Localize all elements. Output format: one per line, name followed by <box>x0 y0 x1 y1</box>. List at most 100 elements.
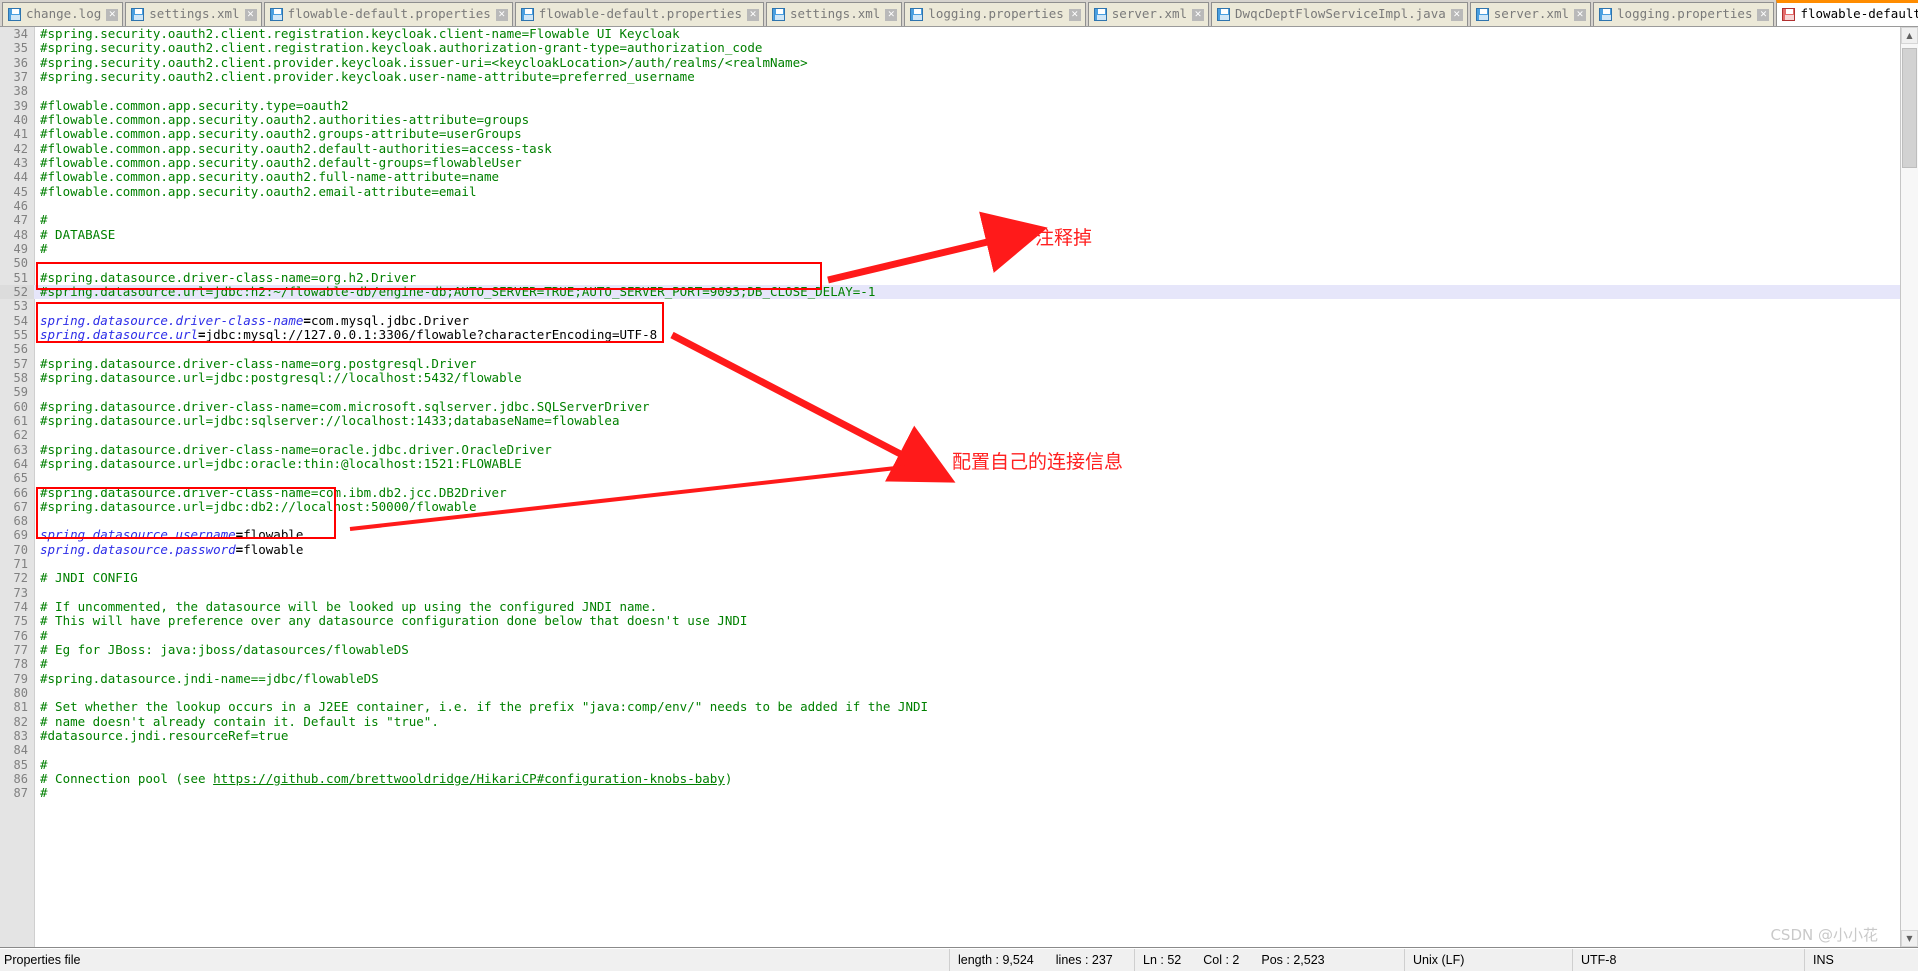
line-text[interactable] <box>34 84 1900 98</box>
code-line[interactable]: 59 <box>0 385 1900 399</box>
line-text[interactable] <box>34 743 1900 757</box>
close-icon[interactable]: ✕ <box>1069 9 1081 21</box>
code-line[interactable]: 50 <box>0 256 1900 270</box>
code-line[interactable]: 75# This will have preference over any d… <box>0 614 1900 628</box>
line-text[interactable] <box>34 686 1900 700</box>
code-line[interactable]: 49# <box>0 242 1900 256</box>
line-text[interactable] <box>34 199 1900 213</box>
close-icon[interactable]: ✕ <box>106 9 118 21</box>
code-line[interactable]: 82# name doesn't already contain it. Def… <box>0 715 1900 729</box>
line-text[interactable]: #spring.security.oauth2.client.provider.… <box>34 70 1900 84</box>
line-text[interactable]: # JNDI CONFIG <box>34 571 1900 585</box>
code-line[interactable]: 37#spring.security.oauth2.client.provide… <box>0 70 1900 84</box>
line-text[interactable]: #flowable.common.app.security.oauth2.ema… <box>34 185 1900 199</box>
line-text[interactable]: #flowable.common.app.security.type=oauth… <box>34 99 1900 113</box>
code-line[interactable]: 79#spring.datasource.jndi-name==jdbc/flo… <box>0 672 1900 686</box>
line-text[interactable]: #flowable.common.app.security.oauth2.def… <box>34 156 1900 170</box>
line-text[interactable]: #datasource.jndi.resourceRef=true <box>34 729 1900 743</box>
close-icon[interactable]: ✕ <box>747 9 759 21</box>
close-icon[interactable]: ✕ <box>245 9 257 21</box>
editor-tab-0[interactable]: change.log✕ <box>2 2 123 26</box>
line-text[interactable]: # name doesn't already contain it. Defau… <box>34 715 1900 729</box>
code-line[interactable]: 67#spring.datasource.url=jdbc:db2://loca… <box>0 500 1900 514</box>
line-text[interactable] <box>34 471 1900 485</box>
code-line[interactable]: 63#spring.datasource.driver-class-name=o… <box>0 443 1900 457</box>
line-text[interactable]: #spring.security.oauth2.client.registrat… <box>34 41 1900 55</box>
editor-tab-6[interactable]: server.xml✕ <box>1088 2 1209 26</box>
line-text[interactable] <box>34 256 1900 270</box>
line-text[interactable]: # <box>34 657 1900 671</box>
line-text[interactable]: spring.datasource.username=flowable <box>34 528 1900 542</box>
line-text[interactable]: # <box>34 786 1900 800</box>
line-text[interactable]: # <box>34 758 1900 772</box>
line-text[interactable]: # Eg for JBoss: java:jboss/datasources/f… <box>34 643 1900 657</box>
scroll-down-arrow[interactable]: ▼ <box>1901 930 1918 947</box>
line-text[interactable]: #flowable.common.app.security.oauth2.aut… <box>34 113 1900 127</box>
code-line[interactable]: 60#spring.datasource.driver-class-name=c… <box>0 400 1900 414</box>
line-text[interactable]: # Set whether the lookup occurs in a J2E… <box>34 700 1900 714</box>
hyperlink[interactable]: https://github.com/brettwooldridge/Hikar… <box>213 771 725 786</box>
code-line[interactable]: 40#flowable.common.app.security.oauth2.a… <box>0 113 1900 127</box>
line-text[interactable]: # If uncommented, the datasource will be… <box>34 600 1900 614</box>
code-line[interactable]: 35#spring.security.oauth2.client.registr… <box>0 41 1900 55</box>
code-line[interactable]: 76# <box>0 629 1900 643</box>
line-text[interactable]: #spring.datasource.driver-class-name=org… <box>34 271 1900 285</box>
close-icon[interactable]: ✕ <box>1574 9 1586 21</box>
code-line[interactable]: 58#spring.datasource.url=jdbc:postgresql… <box>0 371 1900 385</box>
code-line[interactable]: 78# <box>0 657 1900 671</box>
code-line[interactable]: 34#spring.security.oauth2.client.registr… <box>0 27 1900 41</box>
line-text[interactable] <box>34 299 1900 313</box>
editor-tab-2[interactable]: flowable-default.properties✕ <box>264 2 513 26</box>
code-line[interactable]: 71 <box>0 557 1900 571</box>
editor-tab-5[interactable]: logging.properties✕ <box>904 2 1085 26</box>
scrollbar-track[interactable] <box>1901 44 1918 930</box>
code-line[interactable]: 61#spring.datasource.url=jdbc:sqlserver:… <box>0 414 1900 428</box>
line-text[interactable]: #spring.datasource.driver-class-name=org… <box>34 357 1900 371</box>
line-text[interactable]: #spring.security.oauth2.client.provider.… <box>34 56 1900 70</box>
code-content[interactable]: 34#spring.security.oauth2.client.registr… <box>0 27 1900 801</box>
line-text[interactable]: #spring.datasource.url=jdbc:h2:~/flowabl… <box>34 285 1900 299</box>
editor-tab-1[interactable]: settings.xml✕ <box>125 2 261 26</box>
line-text[interactable]: #spring.datasource.url=jdbc:oracle:thin:… <box>34 457 1900 471</box>
line-text[interactable]: #flowable.common.app.security.oauth2.ful… <box>34 170 1900 184</box>
line-text[interactable] <box>34 586 1900 600</box>
code-line[interactable]: 41#flowable.common.app.security.oauth2.g… <box>0 127 1900 141</box>
editor-tab-7[interactable]: DwqcDeptFlowServiceImpl.java✕ <box>1211 2 1468 26</box>
line-text[interactable] <box>34 385 1900 399</box>
code-line[interactable]: 73 <box>0 586 1900 600</box>
code-line[interactable]: 66#spring.datasource.driver-class-name=c… <box>0 486 1900 500</box>
code-line[interactable]: 64#spring.datasource.url=jdbc:oracle:thi… <box>0 457 1900 471</box>
code-line[interactable]: 54spring.datasource.driver-class-name=co… <box>0 314 1900 328</box>
code-line[interactable]: 56 <box>0 342 1900 356</box>
code-line[interactable]: 62 <box>0 428 1900 442</box>
code-line[interactable]: 52#spring.datasource.url=jdbc:h2:~/flowa… <box>0 285 1900 299</box>
code-line[interactable]: 38 <box>0 84 1900 98</box>
line-text[interactable]: # <box>34 629 1900 643</box>
close-icon[interactable]: ✕ <box>496 9 508 21</box>
scroll-up-arrow[interactable]: ▲ <box>1901 27 1918 44</box>
close-icon[interactable]: ✕ <box>1192 9 1204 21</box>
code-line[interactable]: 74# If uncommented, the datasource will … <box>0 600 1900 614</box>
line-text[interactable]: #spring.datasource.driver-class-name=com… <box>34 400 1900 414</box>
code-line[interactable]: 55spring.datasource.url=jdbc:mysql://127… <box>0 328 1900 342</box>
code-line[interactable]: 84 <box>0 743 1900 757</box>
line-text[interactable]: #flowable.common.app.security.oauth2.gro… <box>34 127 1900 141</box>
code-line[interactable]: 81# Set whether the lookup occurs in a J… <box>0 700 1900 714</box>
code-line[interactable]: 43#flowable.common.app.security.oauth2.d… <box>0 156 1900 170</box>
line-text[interactable]: spring.datasource.url=jdbc:mysql://127.0… <box>34 328 1900 342</box>
code-line[interactable]: 72# JNDI CONFIG <box>0 571 1900 585</box>
line-text[interactable] <box>34 557 1900 571</box>
code-line[interactable]: 65 <box>0 471 1900 485</box>
code-line[interactable]: 57#spring.datasource.driver-class-name=o… <box>0 357 1900 371</box>
scrollbar-thumb[interactable] <box>1902 48 1917 168</box>
line-text[interactable]: #flowable.common.app.security.oauth2.def… <box>34 142 1900 156</box>
code-line[interactable]: 51#spring.datasource.driver-class-name=o… <box>0 271 1900 285</box>
code-line[interactable]: 69spring.datasource.username=flowable <box>0 528 1900 542</box>
editor-tab-3[interactable]: flowable-default.properties✕ <box>515 2 764 26</box>
code-line[interactable]: 47# <box>0 213 1900 227</box>
code-line[interactable]: 83#datasource.jndi.resourceRef=true <box>0 729 1900 743</box>
line-text[interactable]: #spring.datasource.driver-class-name=ora… <box>34 443 1900 457</box>
code-line[interactable]: 80 <box>0 686 1900 700</box>
code-line[interactable]: 48# DATABASE <box>0 228 1900 242</box>
code-line[interactable]: 70spring.datasource.password=flowable <box>0 543 1900 557</box>
